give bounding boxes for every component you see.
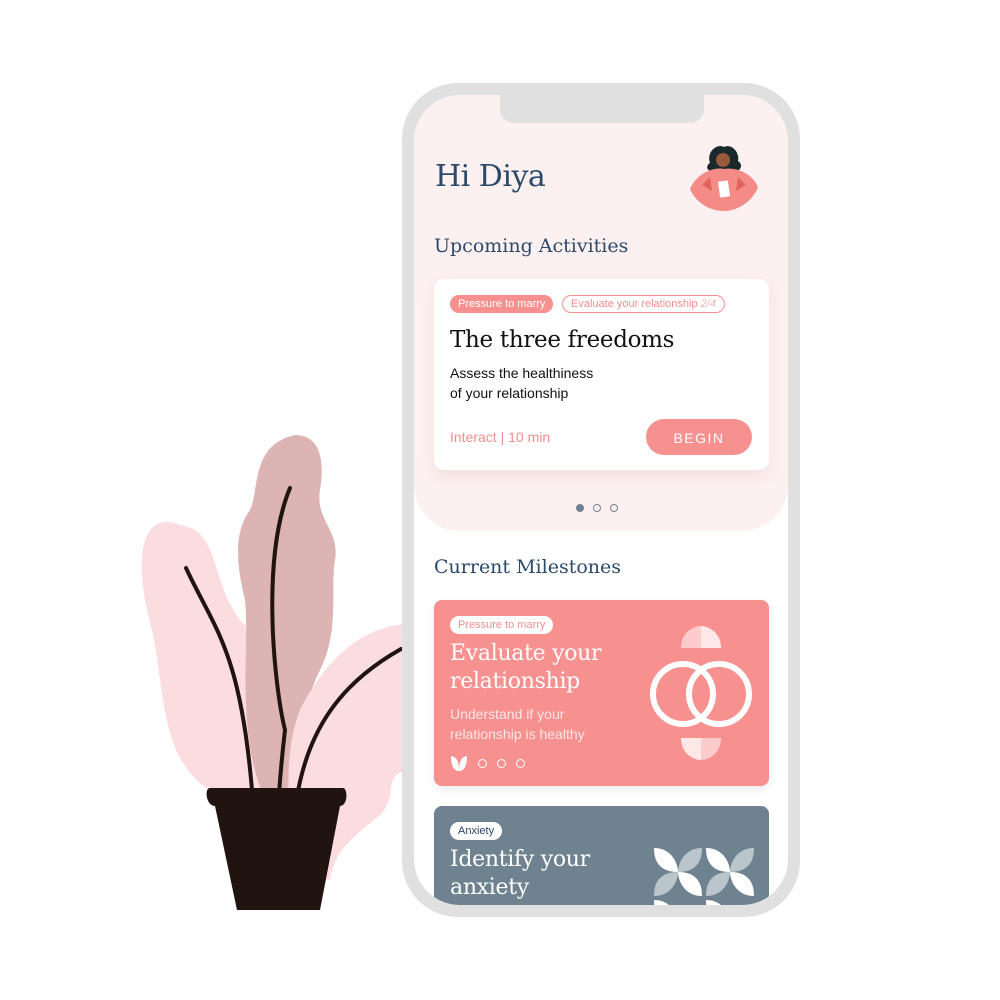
- phone-frame: Hi Diya Upcoming Activities Pressure to …: [402, 83, 800, 917]
- begin-button[interactable]: BEGIN: [646, 419, 752, 455]
- upcoming-section: Hi Diya Upcoming Activities Pressure to …: [414, 95, 788, 531]
- progress-step-3: [497, 758, 506, 768]
- upcoming-activities-heading: Upcoming Activities: [434, 235, 629, 257]
- milestone-topic-tag[interactable]: Pressure to marry: [450, 616, 554, 634]
- leaf-progress-icon: [451, 756, 467, 771]
- milestone-tag-progress: 2/4: [700, 298, 716, 310]
- milestone-card-anxiety[interactable]: Anxiety Identify your anxiety: [434, 806, 769, 905]
- activity-description: Assess the healthiness of your relations…: [450, 363, 650, 403]
- greeting-title: Hi Diya: [435, 159, 546, 194]
- phone-notch: [500, 95, 704, 123]
- current-milestones-heading: Current Milestones: [434, 556, 622, 578]
- plant-pot: [206, 788, 347, 910]
- milestone-tag-label: Evaluate your relationship: [571, 298, 698, 310]
- milestone-card-relationship[interactable]: Pressure to marry Evaluate your relation…: [434, 600, 769, 786]
- milestone-progress: [450, 754, 525, 772]
- pagination-dot-1[interactable]: [576, 504, 584, 512]
- pagination-dot-3[interactable]: [610, 504, 618, 512]
- avatar-icon[interactable]: [688, 143, 760, 211]
- interlocking-rings-icon: [650, 626, 752, 760]
- activity-description-line-2: of your relationship: [450, 385, 569, 401]
- milestone-topic-tag[interactable]: Anxiety: [450, 822, 503, 840]
- milestone-title: Identify your anxiety: [450, 847, 590, 900]
- pagination-dot-2[interactable]: [593, 504, 601, 512]
- milestone-title: Evaluate your relationship: [450, 641, 602, 694]
- activity-title: The three freedoms: [450, 327, 675, 353]
- activity-topic-tag[interactable]: Pressure to marry: [450, 295, 554, 313]
- activity-meta: Interact | 10 min: [450, 429, 551, 445]
- progress-step-4: [516, 758, 525, 768]
- progress-step-2: [478, 758, 487, 768]
- app-screen: Hi Diya Upcoming Activities Pressure to …: [414, 95, 788, 905]
- activity-description-line-1: Assess the healthiness: [450, 365, 594, 381]
- activity-card[interactable]: Pressure to marry Evaluate your relation…: [434, 279, 769, 470]
- petal-pattern-icon: [654, 848, 754, 905]
- milestone-description: Understand if your relationship is healt…: [450, 706, 585, 742]
- activity-milestone-tag[interactable]: Evaluate your relationship 2/4: [562, 295, 725, 313]
- carousel-pagination: [576, 504, 618, 512]
